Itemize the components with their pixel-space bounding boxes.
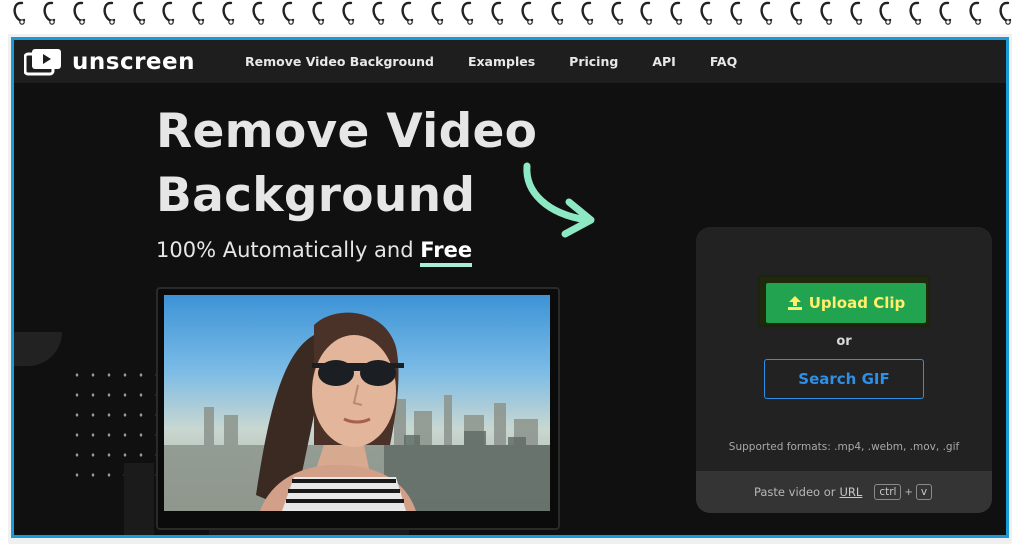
kbd-v: v <box>915 484 933 500</box>
ring-icon <box>998 0 1012 26</box>
ring-icon <box>490 0 504 26</box>
search-gif-button[interactable]: Search GIF <box>764 359 924 399</box>
ring-icon <box>12 0 26 26</box>
upload-clip-label: Upload Clip <box>808 294 906 312</box>
top-nav: unscreen Remove Video Background Example… <box>14 40 1006 83</box>
ring-icon <box>460 0 474 26</box>
ring-icon <box>938 0 952 26</box>
ring-icon <box>371 0 385 26</box>
binding-rings <box>0 0 1024 34</box>
upload-button-wrapper: Upload Clip <box>758 275 930 327</box>
nav-links: Remove Video Background Examples Pricing… <box>245 54 771 69</box>
ring-icon <box>639 0 653 26</box>
or-separator: or <box>836 334 852 349</box>
ring-icon <box>311 0 325 26</box>
decorative-bar <box>124 463 154 535</box>
ring-icon <box>550 0 564 26</box>
hero-subtitle: 100% Automatically and Free <box>156 238 473 267</box>
ring-icon <box>968 0 982 26</box>
ring-icon <box>72 0 86 26</box>
decorative-shape <box>14 332 62 366</box>
hero-subtitle-free: Free <box>420 238 473 267</box>
ring-icon <box>789 0 803 26</box>
preview-image <box>164 295 550 511</box>
ring-icon <box>759 0 773 26</box>
kbd-ctrl: ctrl <box>874 484 902 500</box>
kbd-plus: + <box>904 486 913 498</box>
ring-icon <box>819 0 833 26</box>
nav-link-api[interactable]: API <box>652 54 676 69</box>
preview-stand <box>209 530 409 535</box>
ring-icon <box>699 0 713 26</box>
ring-icon <box>341 0 355 26</box>
ring-icon <box>281 0 295 26</box>
brand-name: unscreen <box>72 48 195 75</box>
upload-panel: Upload Clip or Search GIF Supported form… <box>696 227 992 513</box>
ring-icon <box>221 0 235 26</box>
ring-icon <box>610 0 624 26</box>
supported-formats: Supported formats: .mp4, .webm, .mov, .g… <box>728 441 960 453</box>
nav-link-examples[interactable]: Examples <box>468 54 535 69</box>
hero-title-line1: Remove Video <box>156 104 538 159</box>
nav-link-faq[interactable]: FAQ <box>710 54 737 69</box>
ring-icon <box>161 0 175 26</box>
preview-illustration <box>164 312 550 511</box>
ring-icon <box>42 0 56 26</box>
ring-icon <box>669 0 683 26</box>
nav-link-pricing[interactable]: Pricing <box>569 54 618 69</box>
ring-icon <box>878 0 892 26</box>
play-logo-icon <box>23 48 62 76</box>
ring-icon <box>400 0 414 26</box>
ring-icon <box>580 0 594 26</box>
ring-icon <box>191 0 205 26</box>
browser-frame: unscreen Remove Video Background Example… <box>11 37 1009 538</box>
video-preview <box>156 287 560 530</box>
ring-icon <box>251 0 265 26</box>
hero-subtitle-text: 100% Automatically and <box>156 238 414 262</box>
ring-icon <box>908 0 922 26</box>
upload-icon <box>787 295 803 311</box>
ring-icon <box>520 0 534 26</box>
upload-clip-button[interactable]: Upload Clip <box>766 283 926 323</box>
paste-footer: Paste video or URL ctrl + v <box>696 471 992 513</box>
ring-icon <box>430 0 444 26</box>
paste-text: Paste video or <box>753 485 836 499</box>
ring-icon <box>729 0 743 26</box>
ring-icon <box>102 0 116 26</box>
curved-arrow-icon <box>519 162 599 246</box>
ring-icon <box>849 0 863 26</box>
logo[interactable]: unscreen <box>23 48 195 76</box>
nav-link-remove-bg[interactable]: Remove Video Background <box>245 54 434 69</box>
ring-icon <box>132 0 146 26</box>
paste-url-link[interactable]: URL <box>839 485 862 499</box>
